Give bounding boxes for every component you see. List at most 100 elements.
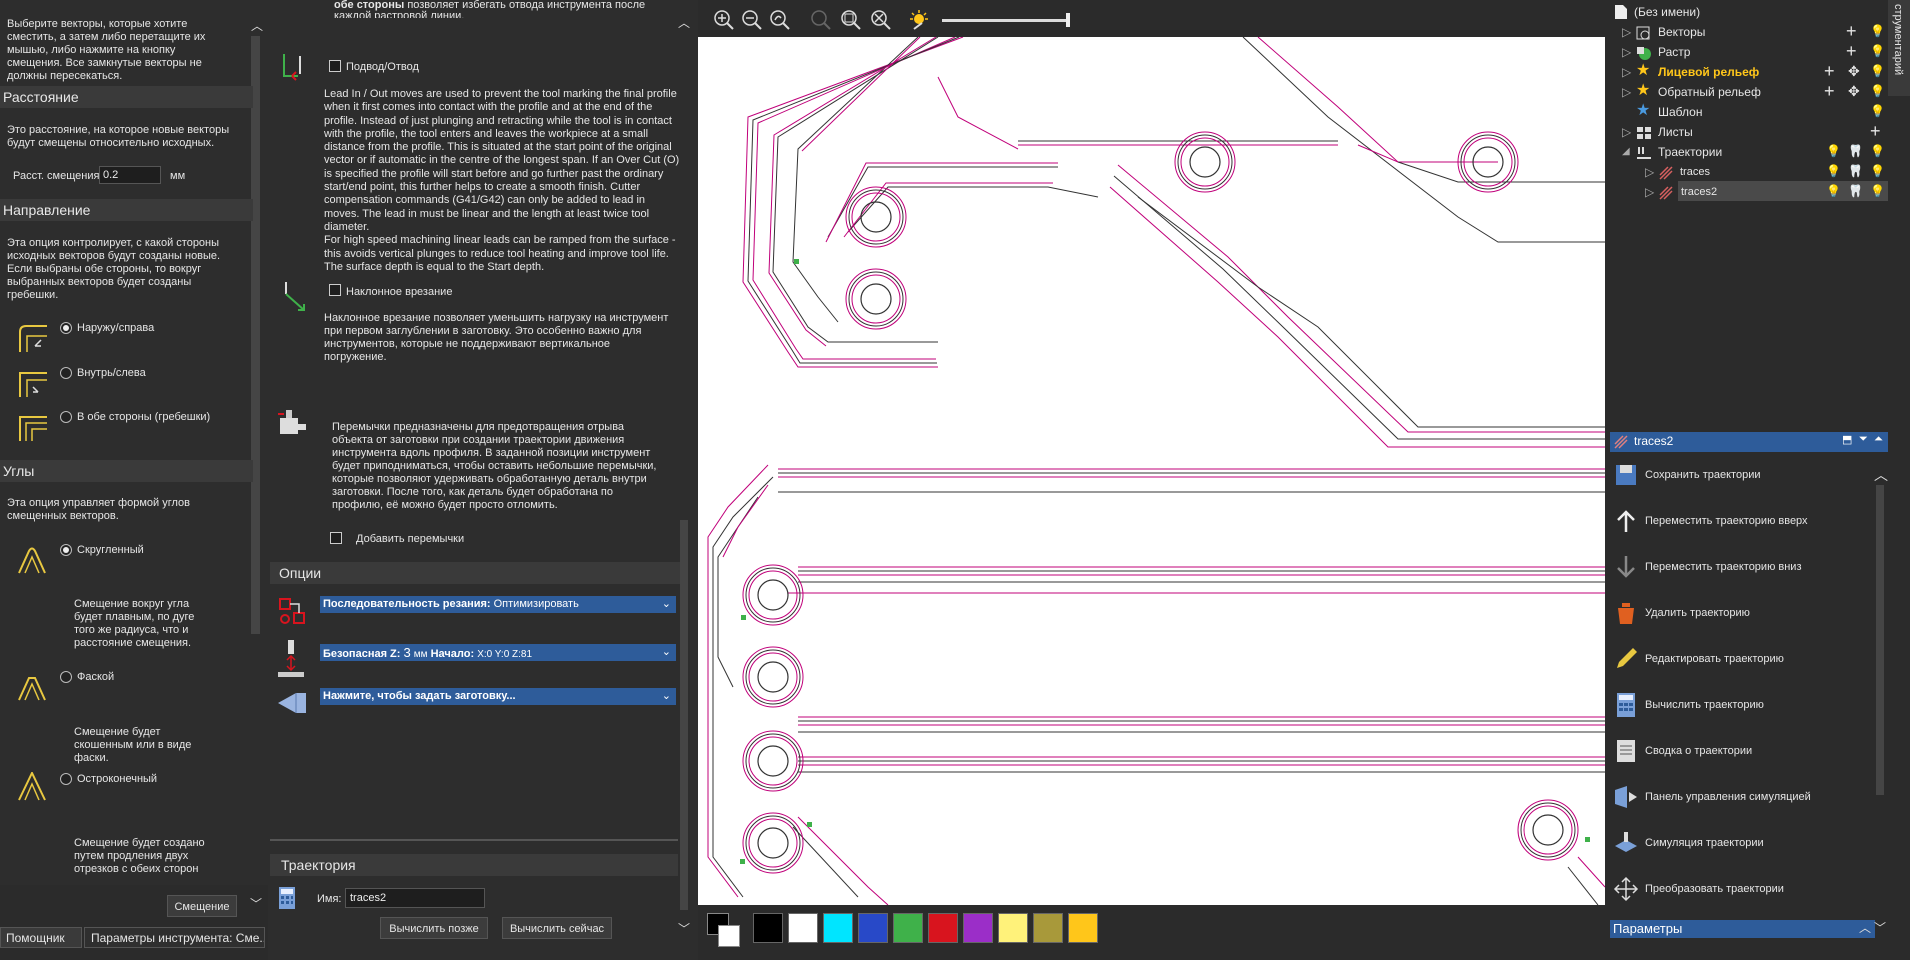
- move-icon[interactable]: ✥: [1848, 61, 1860, 81]
- tooth-icon[interactable]: 🦷: [1848, 141, 1863, 161]
- op-move-down[interactable]: Переместить траекторию вниз: [1645, 561, 1801, 573]
- drawing-canvas[interactable]: [698, 37, 1605, 905]
- corner-rounded-radio[interactable]: [60, 544, 72, 556]
- tree-raster[interactable]: Растр: [1658, 42, 1690, 62]
- op-save-toolpaths[interactable]: Сохранить траектории: [1645, 469, 1760, 481]
- add-icon[interactable]: +: [1824, 81, 1835, 101]
- zoom-in-icon[interactable]: [713, 9, 735, 31]
- expand-arrow-icon[interactable]: ▷: [1645, 162, 1654, 182]
- color-swatch-black[interactable]: [753, 913, 783, 943]
- expand-arrow-icon[interactable]: ▷: [1622, 42, 1631, 62]
- bulb-icon[interactable]: 💡: [1870, 61, 1885, 81]
- background-color[interactable]: [718, 925, 740, 947]
- expand-arrow-icon[interactable]: ▷: [1622, 62, 1631, 82]
- color-swatch-blue[interactable]: [858, 913, 888, 943]
- mid-scrollbar[interactable]: [680, 520, 688, 910]
- expand-arrow-icon[interactable]: ▷: [1622, 122, 1631, 142]
- tree-front-relief[interactable]: Лицевой рельеф: [1658, 62, 1759, 82]
- ramp-checkbox[interactable]: [329, 284, 341, 296]
- ops-scrollbar[interactable]: [1876, 485, 1884, 795]
- toolpath-name-input[interactable]: [345, 888, 485, 908]
- left-scrollbar[interactable]: [251, 36, 260, 634]
- opacity-slider-handle[interactable]: [1066, 13, 1070, 27]
- op-simulation-panel[interactable]: Панель управления симуляцией: [1645, 791, 1811, 803]
- color-swatch-purple[interactable]: [963, 913, 993, 943]
- mid-collapse-icon[interactable]: ︿: [678, 14, 690, 31]
- direction-inside-radio[interactable]: [60, 367, 72, 379]
- lead-in-checkbox[interactable]: [329, 60, 341, 72]
- safe-z-dropdown[interactable]: Безопасная Z: 3 мм Начало: X:0 Y:0 Z:81 ⌄: [320, 644, 676, 661]
- tree-template[interactable]: Шаблон: [1658, 102, 1702, 122]
- color-swatch-red[interactable]: [928, 913, 958, 943]
- corner-sharp-radio[interactable]: [60, 773, 72, 785]
- bulb-icon[interactable]: 💡: [1870, 101, 1885, 121]
- stock-dropdown[interactable]: Нажмите, чтобы задать заготовку... ⌄: [320, 688, 676, 705]
- toolpath-drawing[interactable]: [698, 37, 1605, 905]
- offset-button[interactable]: Смещение: [167, 895, 237, 917]
- add-icon[interactable]: +: [1846, 41, 1857, 61]
- close-icon[interactable]: ⏶: [1874, 433, 1883, 446]
- color-swatch-green[interactable]: [893, 913, 923, 943]
- expand-down-icon[interactable]: ﹀: [250, 895, 262, 912]
- parameters-chevron-icon[interactable]: ︿: [1859, 919, 1871, 936]
- color-swatch-cyan[interactable]: [823, 913, 853, 943]
- bulb-outline-icon[interactable]: 💡: [1826, 161, 1841, 181]
- zoom-out-icon[interactable]: [741, 9, 763, 31]
- direction-both-radio[interactable]: [60, 411, 72, 423]
- zoom-selection-icon[interactable]: [810, 9, 832, 31]
- tooth-icon[interactable]: 🦷: [1848, 181, 1863, 201]
- tree-sheets[interactable]: Листы: [1658, 122, 1693, 142]
- expand-arrow-icon[interactable]: ▷: [1645, 182, 1654, 202]
- pin-icon[interactable]: ⬒: [1842, 433, 1852, 446]
- ops-collapse-icon[interactable]: ︿: [1874, 465, 1888, 485]
- move-icon[interactable]: ✥: [1848, 81, 1860, 101]
- zoom-previous-icon[interactable]: [769, 9, 791, 31]
- expand-arrow-icon[interactable]: ▷: [1622, 22, 1631, 42]
- opacity-slider[interactable]: [942, 19, 1067, 22]
- color-swatch-olive[interactable]: [1033, 913, 1063, 943]
- cut-order-dropdown[interactable]: Последовательность резания: Оптимизирова…: [320, 596, 676, 613]
- snap-light-icon[interactable]: [908, 9, 930, 31]
- collapse-up-icon[interactable]: ︿: [251, 17, 263, 33]
- distance-input[interactable]: [99, 166, 161, 184]
- direction-outside-radio[interactable]: [60, 322, 72, 334]
- parameters-header[interactable]: Параметры: [1610, 920, 1875, 938]
- op-summary[interactable]: Сводка о траектории: [1645, 745, 1752, 757]
- add-icon[interactable]: +: [1824, 61, 1835, 81]
- tree-root[interactable]: (Без имени): [1634, 2, 1700, 22]
- tree-traces[interactable]: traces: [1680, 162, 1710, 182]
- color-swatch-gold[interactable]: [1068, 913, 1098, 943]
- tree-vectors[interactable]: Векторы: [1658, 22, 1705, 42]
- bulb-outline-icon[interactable]: 💡: [1870, 21, 1885, 41]
- op-delete[interactable]: Удалить траекторию: [1645, 607, 1750, 619]
- tab-assistant[interactable]: Помощник: [0, 927, 82, 948]
- calculate-now-button[interactable]: Вычислить сейчас: [502, 917, 612, 939]
- add-icon[interactable]: +: [1846, 21, 1857, 41]
- tabs-checkbox[interactable]: [330, 532, 342, 544]
- op-move-up[interactable]: Переместить траекторию вверх: [1645, 515, 1808, 527]
- tree-back-relief[interactable]: Обратный рельеф: [1658, 82, 1761, 102]
- mid-expand-icon[interactable]: ﹀: [678, 920, 690, 937]
- bulb-icon[interactable]: 💡: [1870, 41, 1885, 61]
- add-icon[interactable]: +: [1870, 121, 1881, 141]
- side-tab[interactable]: струментарий: [1888, 0, 1910, 96]
- parameters-expand-icon[interactable]: ﹀: [1874, 919, 1886, 936]
- color-swatch-white[interactable]: [788, 913, 818, 943]
- tooth-icon[interactable]: 🦷: [1848, 161, 1863, 181]
- bulb-outline-icon[interactable]: 💡: [1826, 181, 1841, 201]
- bulb-icon[interactable]: 💡: [1870, 181, 1885, 201]
- expand-arrow-icon[interactable]: ▷: [1622, 82, 1631, 102]
- op-calculate[interactable]: Вычислить траекторию: [1645, 699, 1764, 711]
- minimize-icon[interactable]: ⏷: [1859, 433, 1868, 446]
- collapse-arrow-icon[interactable]: ◢: [1622, 142, 1630, 162]
- zoom-all-icon[interactable]: [870, 9, 892, 31]
- op-transform[interactable]: Преобразовать траектории: [1645, 883, 1784, 895]
- bulb-icon[interactable]: 💡: [1870, 161, 1885, 181]
- tab-tool-params[interactable]: Параметры инструмента: Сме...: [84, 927, 265, 948]
- tree-toolpaths[interactable]: Траектории: [1658, 142, 1722, 162]
- corner-chamfer-radio[interactable]: [60, 671, 72, 683]
- calculate-later-button[interactable]: Вычислить позже: [380, 917, 488, 939]
- op-edit[interactable]: Редактировать траекторию: [1645, 653, 1784, 665]
- op-simulate[interactable]: Симуляция траектории: [1645, 837, 1764, 849]
- bulb-icon[interactable]: 💡: [1870, 141, 1885, 161]
